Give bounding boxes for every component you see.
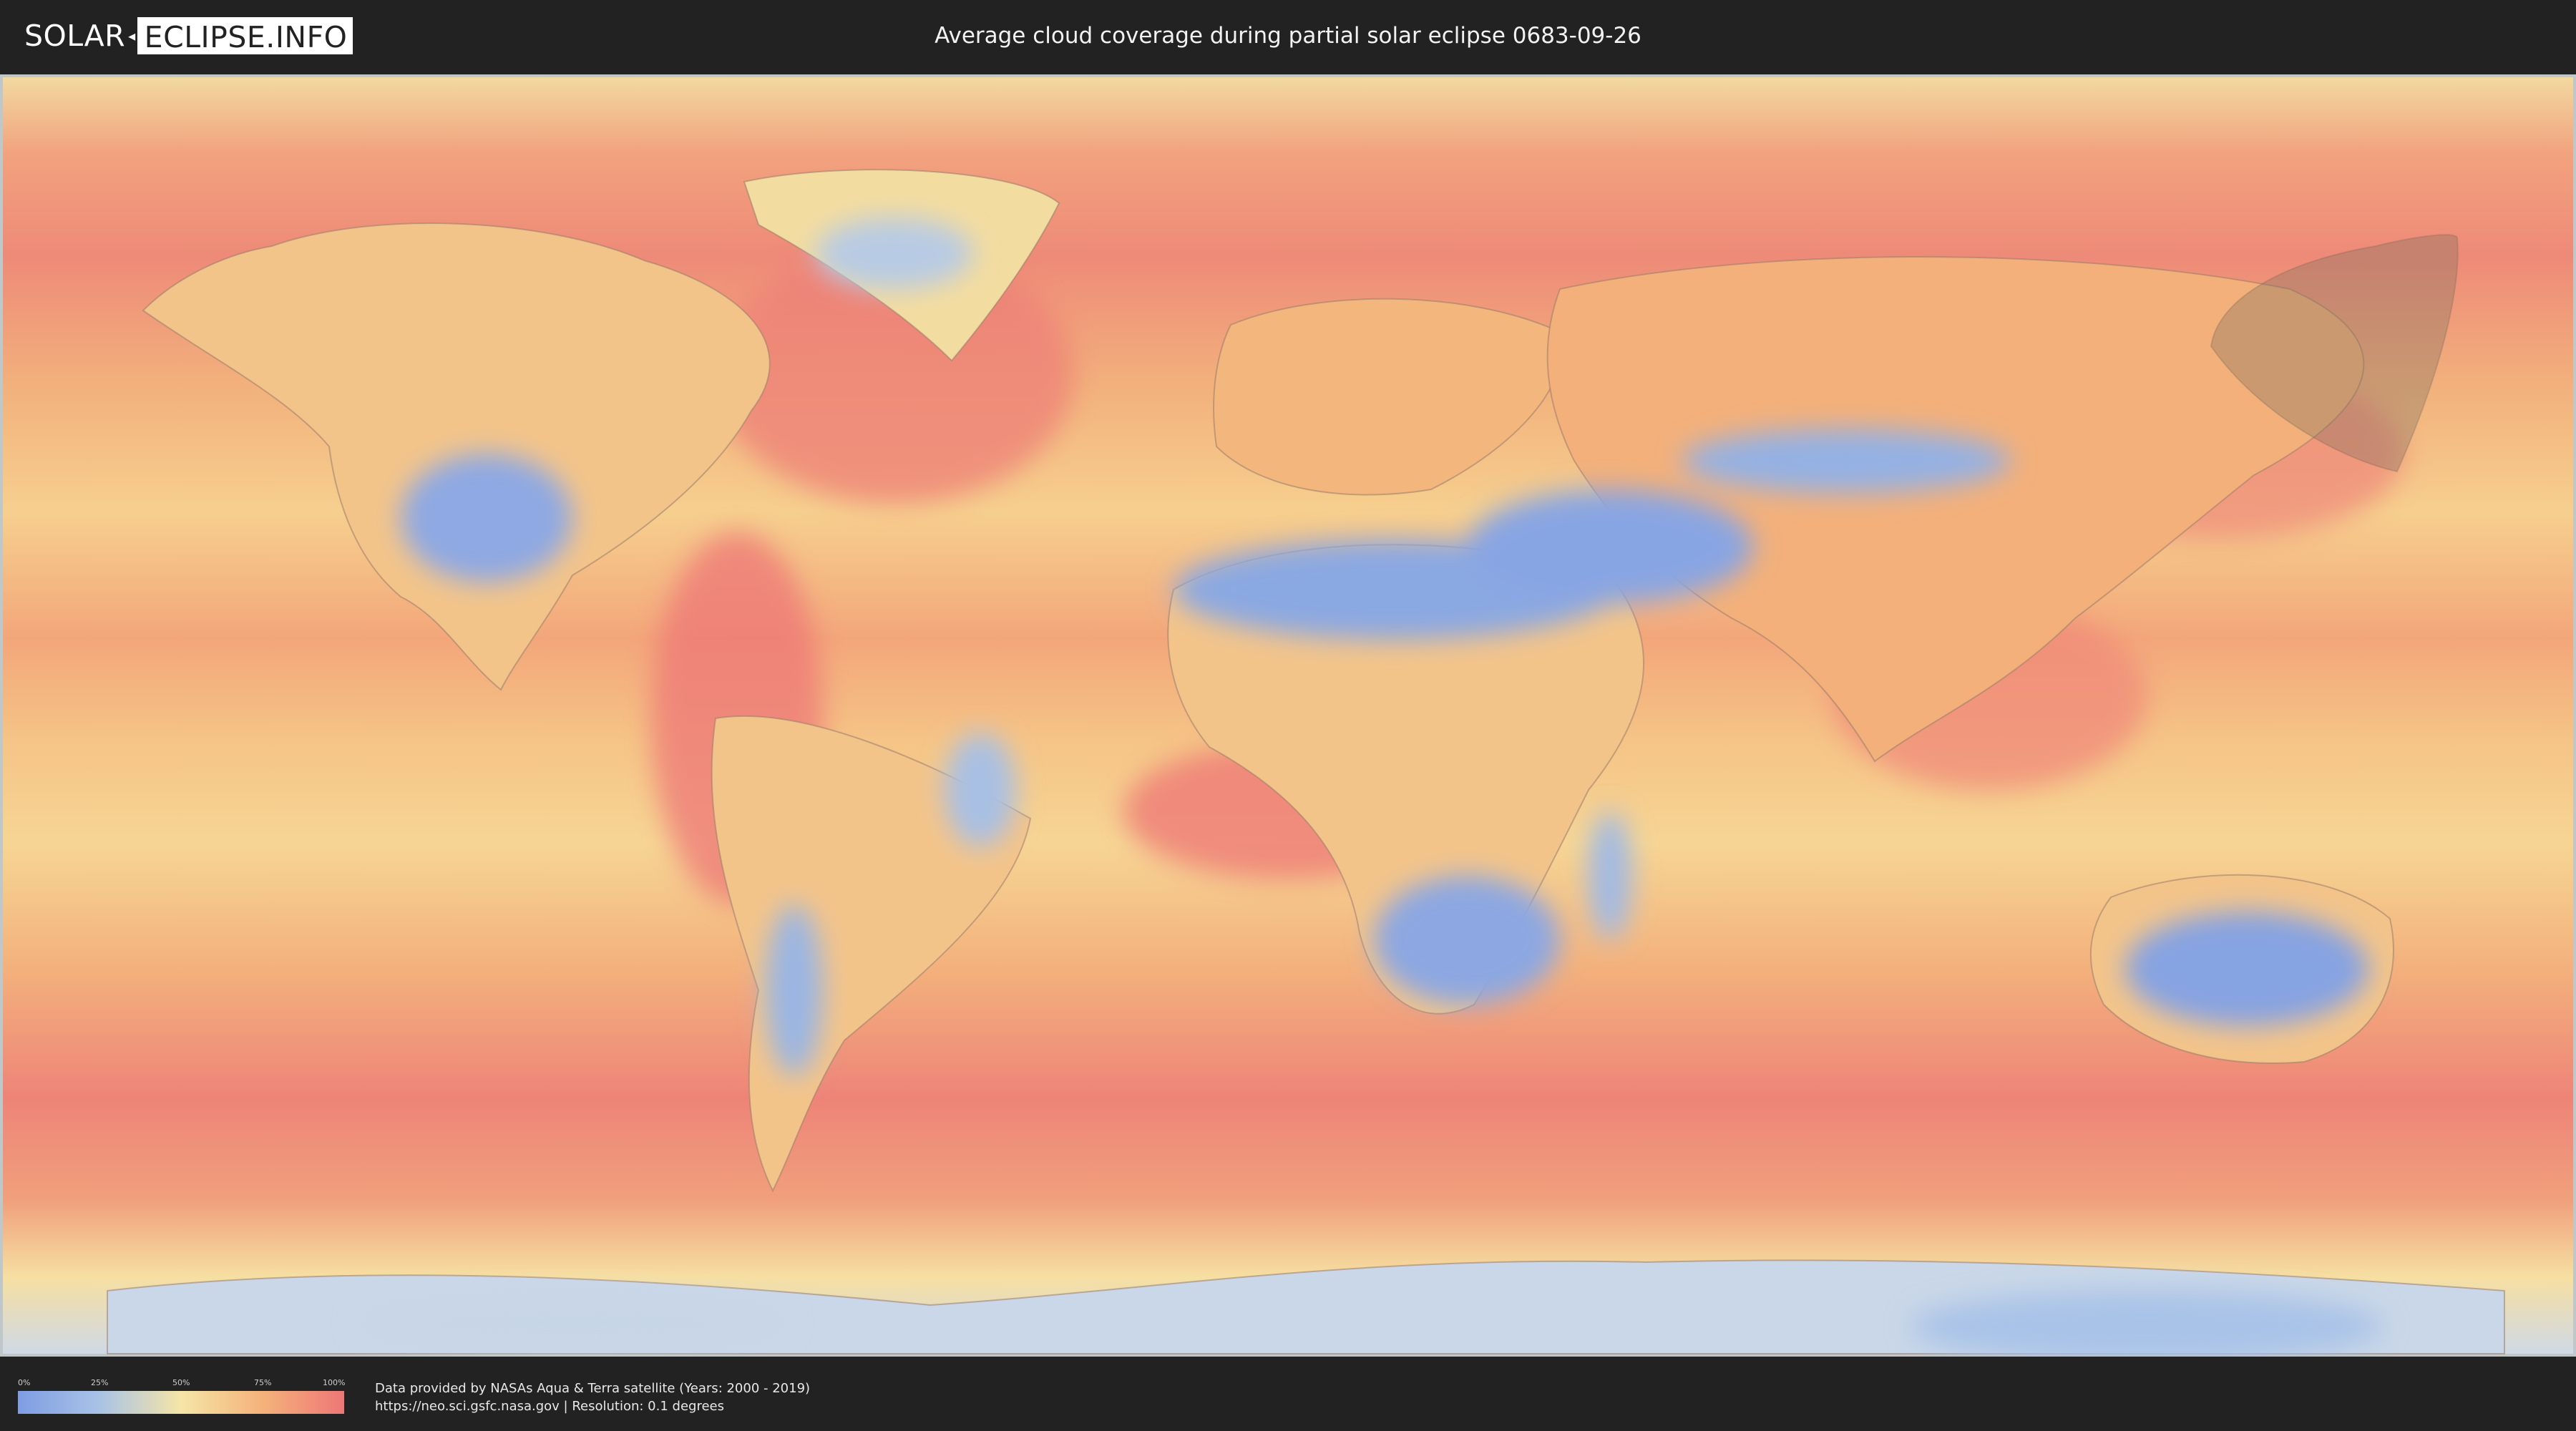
legend-ticks: 0% 25% 50% 75% 100% (18, 1377, 346, 1391)
legend-tick-100: 100% (323, 1378, 346, 1387)
page-title: Average cloud coverage during partial so… (935, 23, 1641, 49)
eclipse-logo-icon: ◂ (128, 27, 136, 44)
data-credits: Data provided by NASAs Aqua & Terra sate… (375, 1379, 810, 1415)
header-bar: SOLAR ◂ ECLIPSE.INFO Average cloud cover… (0, 0, 2576, 72)
legend-tick-75: 75% (254, 1378, 272, 1387)
site-logo[interactable]: SOLAR ◂ ECLIPSE.INFO (24, 17, 353, 54)
cloud-coverage-map[interactable] (0, 74, 2576, 1357)
legend-tick-50: 50% (172, 1378, 190, 1387)
world-map-svg (3, 77, 2573, 1357)
credit-line-source: Data provided by NASAs Aqua & Terra sate… (375, 1381, 811, 1396)
logo-text-eclipse-info: ECLIPSE.INFO (137, 17, 353, 54)
credit-line-url[interactable]: https://neo.sci.gsfc.nasa.gov | Resoluti… (375, 1397, 810, 1415)
cloud-coverage-legend: 0% 25% 50% 75% 100% (18, 1377, 346, 1414)
legend-tick-0: 0% (18, 1378, 31, 1387)
footer-bar: 0% 25% 50% 75% 100% Data provided by NAS… (0, 1357, 2576, 1431)
legend-tick-25: 25% (91, 1378, 109, 1387)
legend-color-bar (18, 1391, 344, 1414)
logo-text-solar: SOLAR (24, 19, 126, 53)
